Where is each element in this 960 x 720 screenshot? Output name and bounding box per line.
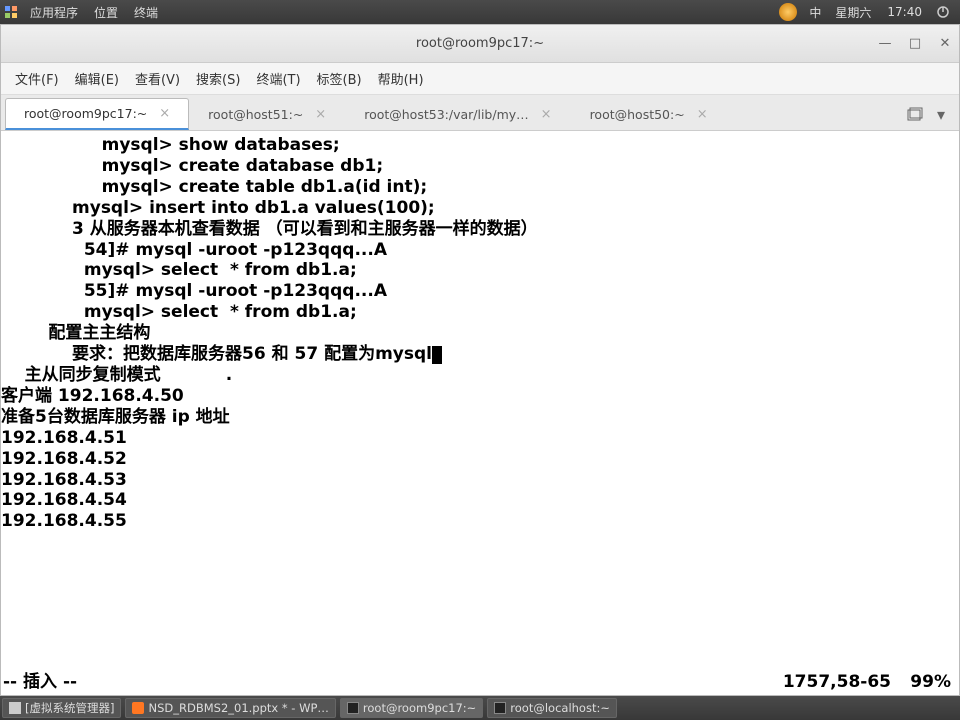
new-tab-icon[interactable] [907,107,923,121]
clock-day[interactable]: 星期六 [827,4,879,21]
vim-status-line: -- 插入 -- 1757,58-65 99% [3,672,951,693]
tab-dropdown-icon[interactable]: ▾ [937,105,945,124]
window-controls: — □ ✕ [877,36,953,51]
vm-icon [9,702,21,714]
terminal-line: 准备5台数据库服务器 ip 地址 [1,407,959,428]
tab-label: root@host51:~ [208,107,303,122]
terminal-line: mysql> insert into db1.a values(100); [1,198,959,219]
desktop-top-panel: 应用程序 位置 终端 中 星期六 17:40 [0,0,960,24]
terminal-line: 192.168.4.53 [1,470,959,491]
window-title: root@room9pc17:~ [416,36,544,51]
close-button[interactable]: ✕ [937,36,953,51]
task-wps[interactable]: NSD_RDBMS2_01.pptx * - WP… [125,698,335,718]
desktop-taskbar: [虚拟系统管理器] NSD_RDBMS2_01.pptx * - WP… roo… [0,696,960,720]
maximize-button[interactable]: □ [907,36,923,51]
terminal-line: mysql> create database db1; [1,156,959,177]
menu-tabs[interactable]: 标签(B) [309,69,370,88]
terminal-line: 配置主主结构 [1,323,959,344]
terminal-line: 主从同步复制模式 . [1,365,959,386]
panel-menu-places[interactable]: 位置 [86,4,126,21]
task-terminal-localhost[interactable]: root@localhost:~ [487,698,617,718]
menu-search[interactable]: 搜索(S) [188,69,248,88]
menu-help[interactable]: 帮助(H) [370,69,432,88]
terminal-icon [494,702,506,714]
power-icon[interactable] [934,3,952,21]
tab-label: root@host53:/var/lib/my… [364,107,528,122]
menu-terminal[interactable]: 终端(T) [248,69,308,88]
terminal-line: mysql> show databases; [1,135,959,156]
terminal-output[interactable]: mysql> show databases; mysql> create dat… [1,131,959,695]
notification-indicator-icon[interactable] [779,3,797,21]
terminal-line: 192.168.4.55 [1,511,959,532]
task-label: NSD_RDBMS2_01.pptx * - WP… [148,701,328,715]
terminal-line: mysql> select * from db1.a; [1,302,959,323]
terminal-icon [347,702,359,714]
terminal-line: mysql> create table db1.a(id int); [1,177,959,198]
terminal-line: mysql> select * from db1.a; [1,260,959,281]
system-icon [4,5,18,19]
tab-host53[interactable]: root@host53:/var/lib/my… × [345,98,570,130]
tab-label: root@room9pc17:~ [24,106,147,121]
task-label: root@room9pc17:~ [363,701,476,715]
window-titlebar[interactable]: root@room9pc17:~ — □ ✕ [1,25,959,63]
menubar: 文件(F) 编辑(E) 查看(V) 搜索(S) 终端(T) 标签(B) 帮助(H… [1,63,959,95]
terminal-line: 55]# mysql -uroot -p123qqq...A [1,281,959,302]
terminal-line: 要求：把数据库服务器56 和 57 配置为mysql [1,344,959,365]
tab-close-icon[interactable]: × [697,107,708,122]
ime-indicator[interactable]: 中 [803,4,827,21]
menu-edit[interactable]: 编辑(E) [67,69,127,88]
vim-percent: 99% [891,672,951,693]
menu-file[interactable]: 文件(F) [7,69,67,88]
terminal-line: 192.168.4.51 [1,428,959,449]
panel-menu-applications[interactable]: 应用程序 [22,4,86,21]
task-terminal-room9pc17[interactable]: root@room9pc17:~ [340,698,483,718]
vim-mode: -- 插入 -- [3,672,77,693]
task-label: [虚拟系统管理器] [25,700,114,716]
wps-icon [132,702,144,714]
tab-host51[interactable]: root@host51:~ × [189,98,345,130]
terminal-line: 54]# mysql -uroot -p123qqq...A [1,240,959,261]
terminal-line: 3 从服务器本机查看数据 （可以看到和主服务器一样的数据） [1,219,959,240]
task-label: root@localhost:~ [510,701,610,715]
terminal-line: 客户端 192.168.4.50 [1,386,959,407]
tab-label: root@host50:~ [590,107,685,122]
terminal-window: root@room9pc17:~ — □ ✕ 文件(F) 编辑(E) 查看(V)… [0,24,960,696]
tab-close-icon[interactable]: × [159,106,170,121]
tabbar: root@room9pc17:~ × root@host51:~ × root@… [1,95,959,131]
task-virt-manager[interactable]: [虚拟系统管理器] [2,698,121,718]
clock-time[interactable]: 17:40 [879,5,930,19]
menu-view[interactable]: 查看(V) [127,69,188,88]
tab-room9pc17[interactable]: root@room9pc17:~ × [5,98,189,130]
terminal-line: 192.168.4.52 [1,449,959,470]
tab-close-icon[interactable]: × [541,107,552,122]
panel-menu-terminal[interactable]: 终端 [126,4,166,21]
terminal-cursor [432,346,442,364]
vim-position: 1757,58-65 [783,672,891,693]
tab-host50[interactable]: root@host50:~ × [571,98,727,130]
tab-close-icon[interactable]: × [315,107,326,122]
tab-actions: ▾ [897,98,955,130]
minimize-button[interactable]: — [877,36,893,51]
terminal-line: 192.168.4.54 [1,490,959,511]
